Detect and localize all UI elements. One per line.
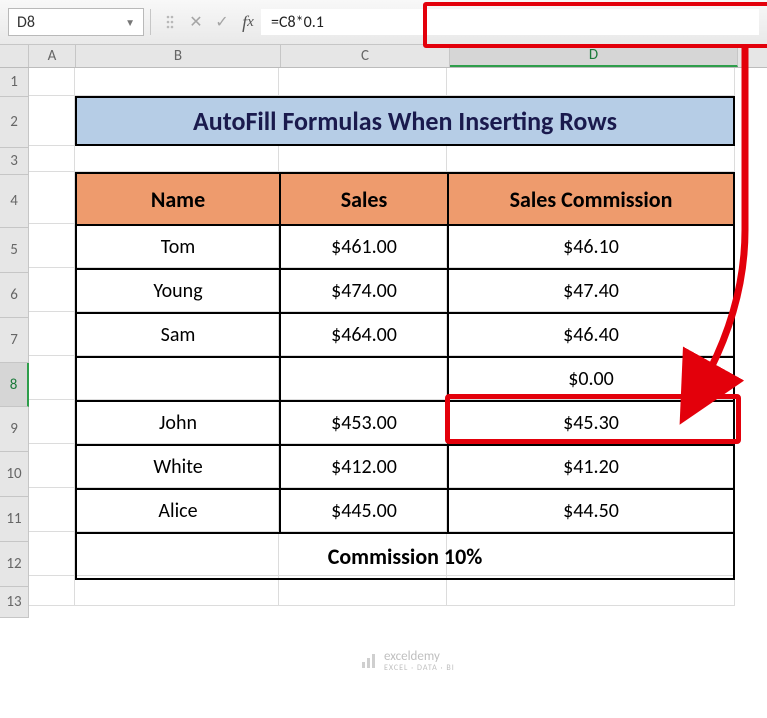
row-header-13[interactable]: 13 [0, 587, 28, 618]
cell-sales[interactable] [281, 358, 449, 402]
cancel-icon[interactable]: ✕ [183, 9, 209, 35]
row-header-5[interactable]: 5 [0, 228, 28, 273]
watermark-brand: exceldemy [384, 650, 455, 664]
row-header-9[interactable]: 9 [0, 407, 28, 452]
cell-name[interactable]: Young [77, 270, 281, 314]
table-row: Tom $461.00 $46.10 [77, 226, 733, 270]
cell-sales[interactable]: $412.00 [281, 446, 449, 490]
formula-bar: D8 ▼ ✕ ✓ fx =C8*0.1 [0, 0, 767, 45]
watermark-sub: EXCEL · DATA · BI [384, 664, 455, 672]
select-all-button[interactable] [0, 45, 29, 67]
header-commission: Sales Commission [449, 174, 733, 226]
cell-sales[interactable]: $461.00 [281, 226, 449, 270]
row-header-6[interactable]: 6 [0, 273, 28, 318]
table-row: Sam $464.00 $46.40 [77, 314, 733, 358]
cell-commission[interactable]: $45.30 [449, 402, 733, 446]
row-header-11[interactable]: 11 [0, 497, 28, 542]
col-header-A[interactable]: A [29, 45, 76, 67]
cell-name[interactable] [77, 358, 281, 402]
cell-name[interactable]: White [77, 446, 281, 490]
table-row: $0.00 [77, 358, 733, 402]
fx-icon[interactable]: fx [235, 9, 261, 35]
cells-area[interactable]: AutoFill Formulas When Inserting Rows Na… [29, 68, 767, 618]
cell-sales[interactable]: $453.00 [281, 402, 449, 446]
cell-sales[interactable]: $474.00 [281, 270, 449, 314]
table-footer-row: Commission 10% [77, 534, 733, 578]
footer-text: Commission 10% [77, 534, 733, 578]
watermark: exceldemy EXCEL · DATA · BI [360, 650, 455, 672]
formula-text: =C8*0.1 [271, 13, 324, 32]
table-row: Alice $445.00 $44.50 [77, 490, 733, 534]
cell-name[interactable]: Tom [77, 226, 281, 270]
table-row: Young $474.00 $47.40 [77, 270, 733, 314]
grip-icon [157, 9, 183, 35]
col-header-B[interactable]: B [76, 45, 281, 67]
check-icon[interactable]: ✓ [209, 9, 235, 35]
cell-name[interactable]: Alice [77, 490, 281, 534]
cell-commission-active[interactable]: $0.00 [449, 358, 733, 402]
cell-sales[interactable]: $464.00 [281, 314, 449, 358]
name-box[interactable]: D8 ▼ [8, 8, 144, 36]
row-header-1[interactable]: 1 [0, 68, 28, 97]
col-header-D[interactable]: D [450, 45, 738, 67]
chart-icon [360, 652, 378, 670]
name-box-value: D8 [17, 13, 35, 32]
cell-name[interactable]: John [77, 402, 281, 446]
formula-input[interactable]: =C8*0.1 [261, 9, 759, 35]
header-sales: Sales [281, 174, 449, 226]
cell-commission[interactable]: $46.40 [449, 314, 733, 358]
cell-commission[interactable]: $47.40 [449, 270, 733, 314]
cell-name[interactable]: Sam [77, 314, 281, 358]
separator [150, 9, 151, 35]
row-header-4[interactable]: 4 [0, 175, 28, 228]
table-row: White $412.00 $41.20 [77, 446, 733, 490]
column-headers: A B C D [0, 45, 767, 68]
row-header-10[interactable]: 10 [0, 452, 28, 497]
grid: 1 2 3 4 5 6 7 8 9 10 11 12 13 AutoFill F… [0, 68, 767, 618]
table-header-row: Name Sales Sales Commission [77, 174, 733, 226]
row-header-3[interactable]: 3 [0, 148, 28, 175]
cell-commission[interactable]: $41.20 [449, 446, 733, 490]
page-title: AutoFill Formulas When Inserting Rows [75, 96, 735, 146]
chevron-down-icon: ▼ [125, 16, 135, 29]
cell-commission[interactable]: $46.10 [449, 226, 733, 270]
cell-commission[interactable]: $44.50 [449, 490, 733, 534]
cell-sales[interactable]: $445.00 [281, 490, 449, 534]
col-header-C[interactable]: C [281, 45, 450, 67]
watermark-text: exceldemy EXCEL · DATA · BI [384, 650, 455, 672]
row-header-7[interactable]: 7 [0, 318, 28, 363]
row-headers: 1 2 3 4 5 6 7 8 9 10 11 12 13 [0, 68, 29, 618]
row-header-12[interactable]: 12 [0, 542, 28, 587]
data-table: Name Sales Sales Commission Tom $461.00 … [75, 172, 735, 580]
header-name: Name [77, 174, 281, 226]
row-header-8[interactable]: 8 [0, 363, 29, 407]
row-header-2[interactable]: 2 [0, 97, 28, 148]
table-row: John $453.00 $45.30 [77, 402, 733, 446]
